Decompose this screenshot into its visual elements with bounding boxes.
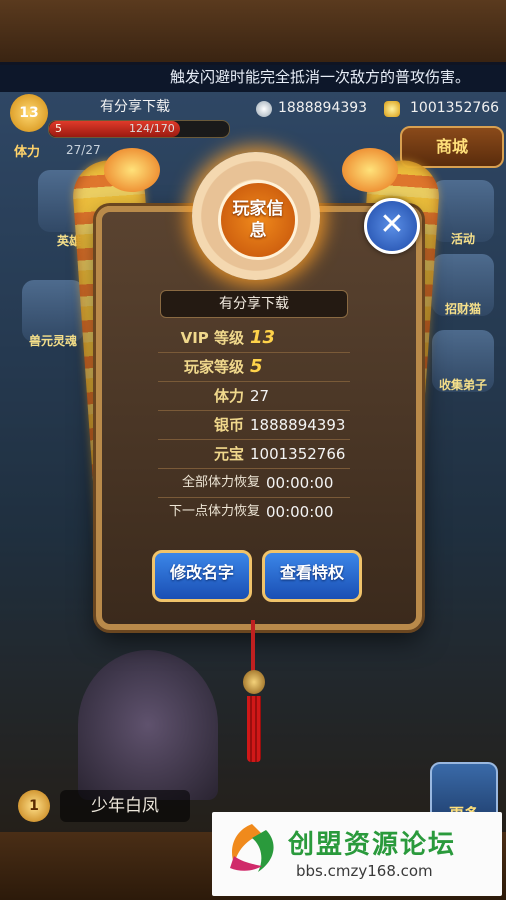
silver-coin-icon — [256, 101, 272, 117]
vip-level-value: 13 — [250, 327, 276, 348]
view-privileges-button[interactable]: 查看特权 — [262, 550, 362, 602]
vip-level-label: VIP 等级 — [180, 329, 244, 347]
tassel-knot — [243, 670, 265, 694]
full-recovery-value: 00:00:00 — [266, 474, 334, 492]
next-recovery-label: 下一点体力恢复 — [168, 504, 260, 519]
panel-title: 玩家信息 — [218, 180, 298, 260]
character-name: 少年白凤 — [60, 790, 190, 822]
info-row-player-level: 玩家等级 5 — [160, 353, 350, 381]
silver-row-label: 银币 — [213, 416, 244, 434]
tassel-fringe — [247, 696, 261, 762]
exp-bar: 5 124/170 — [48, 120, 230, 138]
lucky-cat-label: 招财猫 — [444, 302, 481, 316]
silver-row-value: 1888894393 — [250, 416, 346, 434]
player-level-label: 玩家等级 — [183, 358, 244, 376]
watermark-title: 创盟资源论坛 — [288, 830, 457, 860]
character-portrait[interactable] — [78, 650, 218, 800]
character-level-badge: 1 — [18, 790, 50, 822]
panel-title-text: 玩家信息 — [232, 199, 284, 241]
info-row-gold: 元宝 1001352766 — [160, 440, 350, 468]
stamina-row-value: 27 — [250, 387, 270, 405]
info-row-stamina: 体力 27 — [160, 382, 350, 410]
gold-amount: 1001352766 — [410, 100, 500, 116]
event-label: 活动 — [450, 232, 475, 246]
full-recovery-label: 全部体力恢复 — [181, 475, 260, 490]
gold-ingot-icon — [384, 101, 400, 117]
watermark-logo-icon — [230, 824, 274, 872]
info-row-vip: VIP 等级 13 — [160, 324, 350, 352]
rename-button[interactable]: 修改名字 — [152, 550, 252, 602]
collect-disciples-label: 收集弟子 — [438, 378, 487, 392]
beast-soul-label: 兽元灵魂 — [28, 334, 77, 348]
player-name-label: 有分享下载 — [100, 99, 170, 115]
top-wood-frame — [0, 0, 506, 65]
player-level-badge[interactable]: 13 — [10, 94, 48, 132]
shop-button[interactable]: 商城 — [400, 126, 504, 168]
next-recovery-value: 00:00:00 — [266, 503, 334, 521]
player-level-value: 5 — [250, 356, 263, 377]
info-row-next-recovery: 下一点体力恢复 00:00:00 — [160, 498, 350, 526]
stamina-label: 体力 — [14, 145, 41, 160]
exp-text: 124/170 — [129, 122, 175, 135]
close-button[interactable]: ✕ — [364, 198, 420, 254]
stamina-value: 27/27 — [66, 143, 101, 157]
left-dragon-head — [104, 148, 160, 192]
stamina-row-label: 体力 — [213, 387, 244, 405]
right-dragon-head — [342, 148, 398, 192]
watermark-url: bbs.cmzy168.com — [296, 862, 433, 880]
gold-row-label: 元宝 — [213, 445, 244, 463]
gold-row-value: 1001352766 — [250, 445, 346, 463]
player-name-plate: 有分享下载 — [160, 290, 348, 318]
silver-amount: 1888894393 — [278, 100, 368, 116]
exp-level-badge: 5 — [55, 122, 62, 135]
info-row-full-recovery: 全部体力恢复 00:00:00 — [160, 469, 350, 497]
close-icon: ✕ — [379, 207, 405, 242]
info-row-silver: 银币 1888894393 — [160, 411, 350, 439]
marquee-text: 触发闪避时能完全抵消一次敌方的普攻伤害。 — [0, 62, 506, 92]
